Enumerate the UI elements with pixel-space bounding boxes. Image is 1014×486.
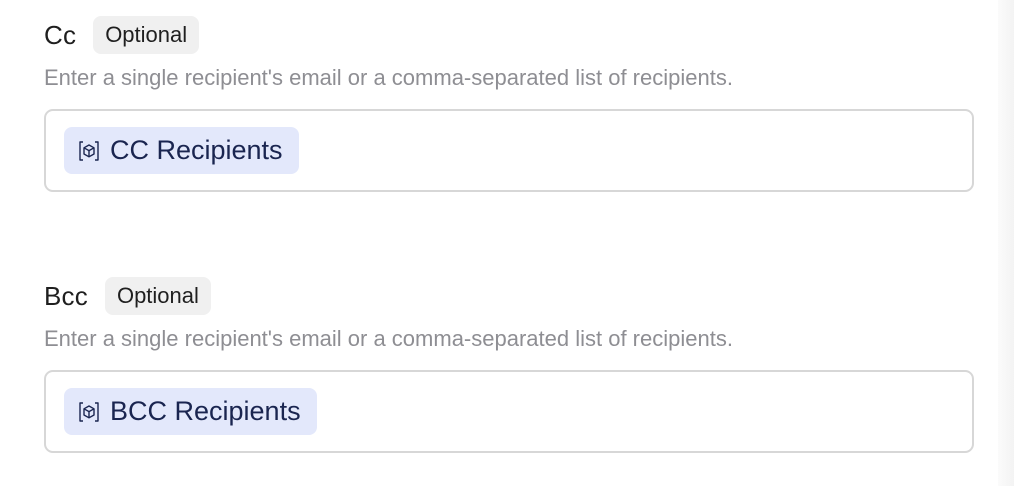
cc-field: Cc Optional Enter a single recipient's e… — [44, 16, 974, 192]
bcc-chip-label: BCC Recipients — [110, 396, 301, 426]
cc-chip-label: CC Recipients — [110, 135, 283, 165]
bcc-input[interactable]: BCC Recipients — [44, 370, 974, 453]
cc-recipients-chip[interactable]: CC Recipients — [64, 127, 299, 174]
scrollbar-track[interactable] — [998, 0, 1014, 486]
bcc-recipients-chip[interactable]: BCC Recipients — [64, 388, 317, 435]
cc-input[interactable]: CC Recipients — [44, 109, 974, 192]
bcc-help-text: Enter a single recipient's email or a co… — [44, 326, 733, 351]
variable-cube-icon — [78, 401, 100, 423]
bcc-label-row: Bcc Optional — [44, 277, 974, 315]
cc-label-row: Cc Optional — [44, 16, 974, 54]
cc-optional-badge: Optional — [93, 16, 200, 54]
cc-label: Cc — [44, 19, 77, 50]
bcc-optional-badge: Optional — [104, 277, 211, 315]
bcc-label: Bcc — [44, 280, 88, 311]
email-recipients-form: Cc Optional Enter a single recipient's e… — [0, 0, 1014, 486]
cc-help-text: Enter a single recipient's email or a co… — [44, 65, 733, 90]
variable-cube-icon — [78, 140, 100, 162]
bcc-field: Bcc Optional Enter a single recipient's … — [44, 277, 974, 453]
